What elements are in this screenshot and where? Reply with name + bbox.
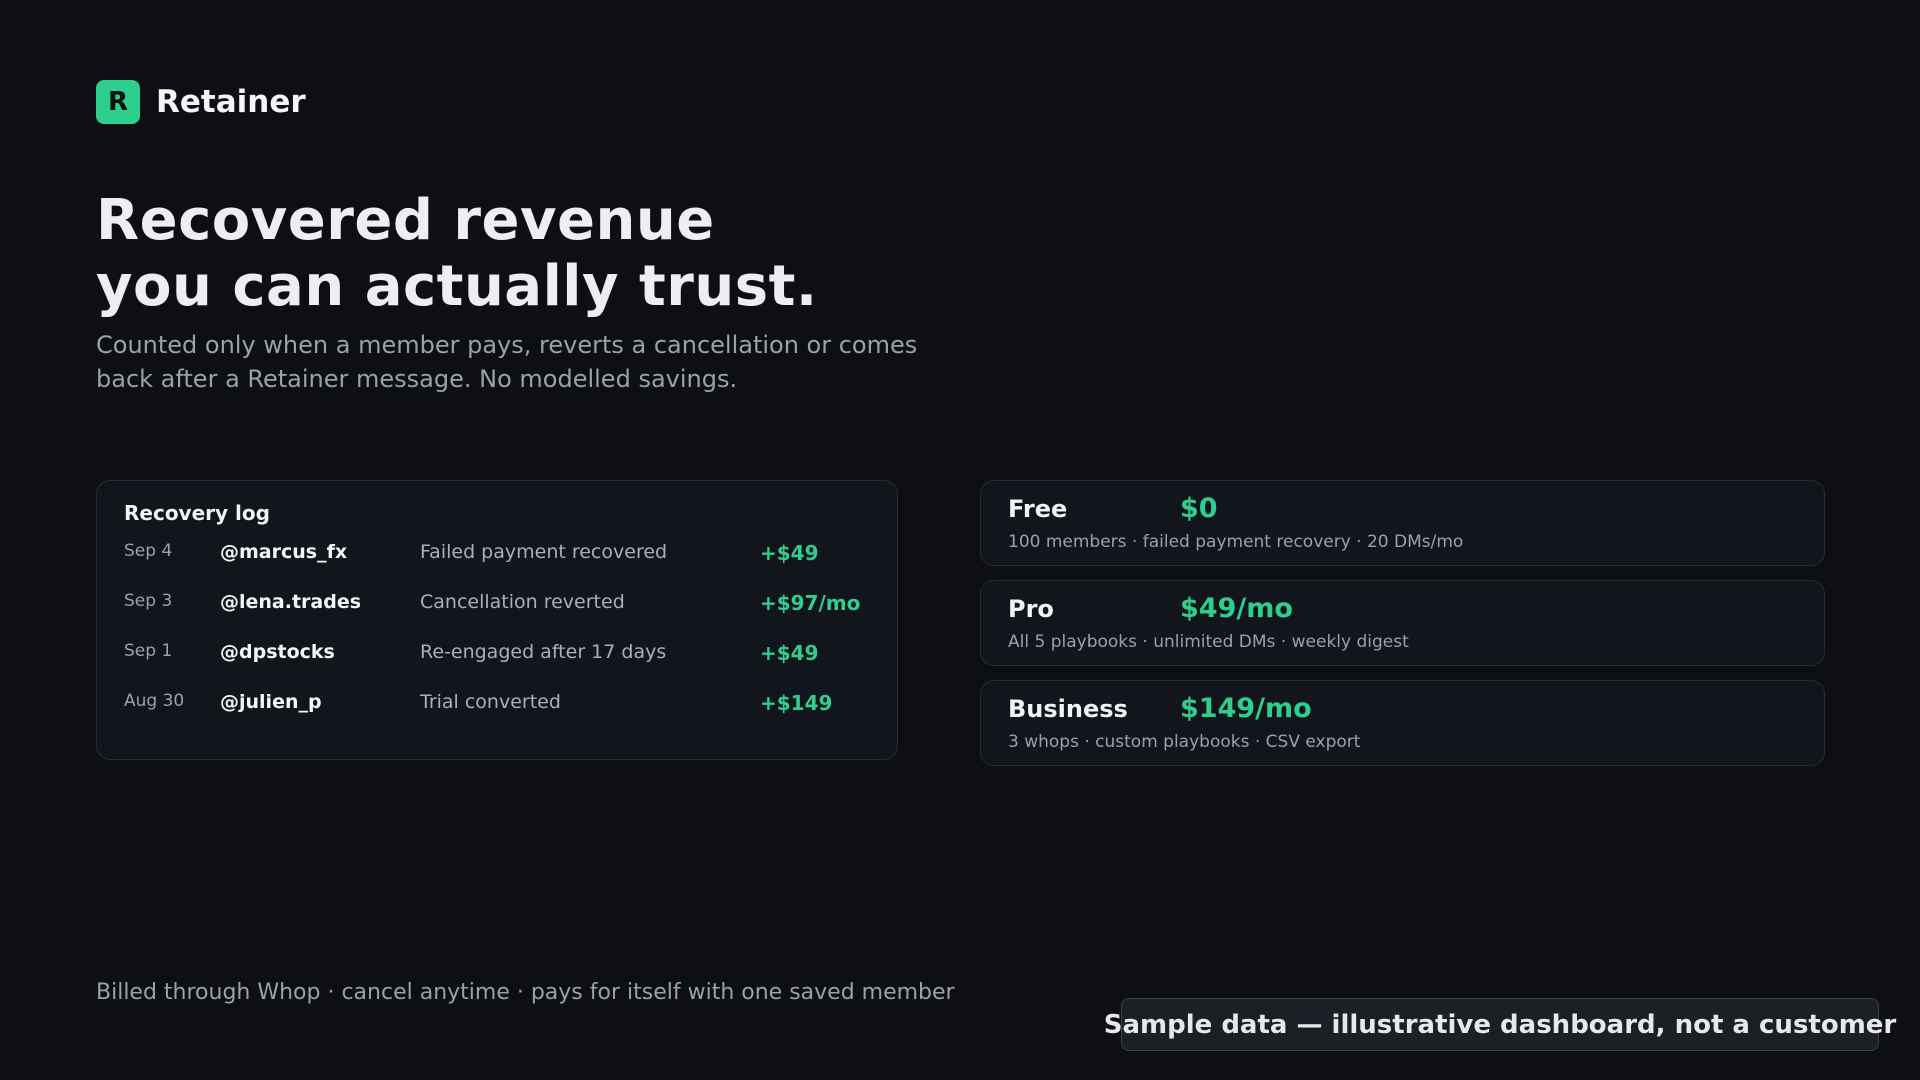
log-amount: +$97/mo <box>760 591 861 615</box>
plan-features: 3 whops · custom playbooks · CSV export <box>1008 732 1361 752</box>
log-user: @julien_p <box>220 691 322 713</box>
billing-note: Billed through Whop · cancel anytime · p… <box>96 980 955 1005</box>
log-event: Trial converted <box>420 691 561 713</box>
plan-card-free[interactable]: Free $0 100 members · failed payment rec… <box>980 480 1825 566</box>
log-date: Sep 3 <box>124 591 173 611</box>
log-date: Aug 30 <box>124 691 185 711</box>
recovery-log-row: Sep 1 @dpstocks Re-engaged after 17 days… <box>97 641 897 675</box>
log-event: Failed payment recovered <box>420 541 668 563</box>
plan-name: Pro <box>1008 595 1054 623</box>
plan-name: Business <box>1008 695 1128 723</box>
log-user: @lena.trades <box>220 591 362 613</box>
log-date: Sep 1 <box>124 641 173 661</box>
log-date: Sep 4 <box>124 541 173 561</box>
hero-title: Recovered revenue you can actually trust. <box>96 188 818 320</box>
hero-title-line-1: Recovered revenue <box>96 188 715 253</box>
log-event: Cancellation reverted <box>420 591 625 613</box>
brand-name: Retainer <box>156 84 306 120</box>
log-user: @dpstocks <box>220 641 335 663</box>
log-amount: +$149 <box>760 691 833 715</box>
hero-subtitle: Counted only when a member pays, reverts… <box>96 331 918 393</box>
recovery-log-row: Aug 30 @julien_p Trial converted +$149 <box>97 691 897 725</box>
recovery-log-row: Sep 3 @lena.trades Cancellation reverted… <box>97 591 897 625</box>
recovery-log-title: Recovery log <box>124 501 270 525</box>
plan-features: All 5 playbooks · unlimited DMs · weekly… <box>1008 632 1409 652</box>
plan-card-business[interactable]: Business $149/mo 3 whops · custom playbo… <box>980 680 1825 766</box>
log-event: Re-engaged after 17 days <box>420 641 667 663</box>
plan-name: Free <box>1008 495 1068 523</box>
sample-data-badge: Sample data — illustrative dashboard, no… <box>1104 998 1896 1051</box>
log-amount: +$49 <box>760 641 819 665</box>
recovery-log-row: Sep 4 @marcus_fx Failed payment recovere… <box>97 541 897 575</box>
log-amount: +$49 <box>760 541 819 565</box>
plan-price: $149/mo <box>1180 693 1312 724</box>
brand-header: R Retainer <box>96 80 306 124</box>
logo-icon: R <box>96 80 140 124</box>
plan-price: $49/mo <box>1180 593 1293 624</box>
hero-title-line-2: you can actually trust. <box>96 254 818 319</box>
recovery-log-card: Recovery log Sep 4 @marcus_fx Failed pay… <box>96 480 898 760</box>
plan-price: $0 <box>1180 493 1218 524</box>
plan-card-pro[interactable]: Pro $49/mo All 5 playbooks · unlimited D… <box>980 580 1825 666</box>
plan-features: 100 members · failed payment recovery · … <box>1008 532 1464 552</box>
log-user: @marcus_fx <box>220 541 348 563</box>
